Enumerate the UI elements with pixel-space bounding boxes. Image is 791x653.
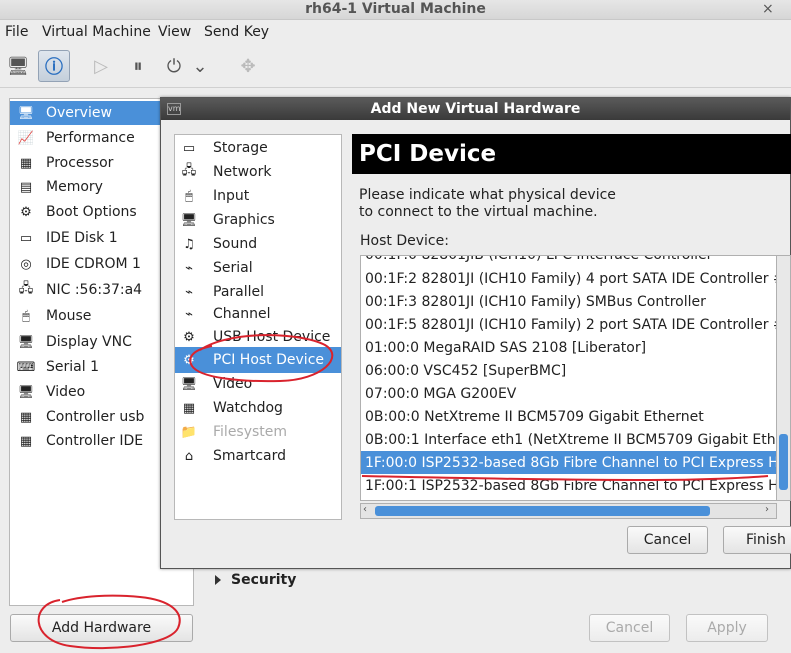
annotation-circle-add-hardware [37, 594, 181, 650]
annotation-circle-pci [189, 334, 334, 383]
annotation-overlay [37, 334, 769, 650]
annotation-underline-hba [361, 475, 769, 482]
